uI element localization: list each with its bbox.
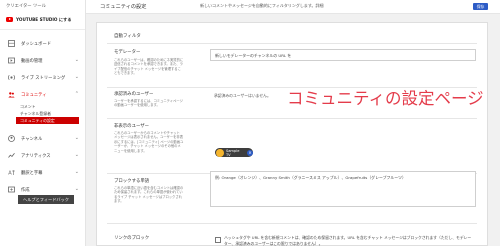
sidebar-item-videos[interactable]: 動画の管理 ⌄ — [0, 52, 85, 69]
sidebar-header: クリエイター ツール — [6, 4, 46, 9]
sidebar-item-label: 動画の管理 — [21, 58, 43, 64]
moderators-label: モデレーター — [114, 50, 141, 55]
sidebar-item-dashboard[interactable]: ダッシュボード — [0, 35, 85, 52]
main-content: コミュニティの設定 新しいコメントやメッセージを自動的にフィルタリングします。詳… — [86, 0, 500, 246]
close-icon[interactable]: × — [247, 149, 254, 156]
sidebar-item-label: アナリティクス — [21, 153, 51, 159]
divider — [107, 118, 477, 119]
header-note: 新しいコメントやメッセージを自動的にフィルタリングします。詳細 — [200, 3, 324, 8]
sidebar-item-label: 作成 — [21, 187, 30, 193]
yt-studio-switch[interactable]: YOUTUBE STUDIO にする — [6, 15, 85, 24]
yt-studio-label: YOUTUBE STUDIO にする — [16, 16, 72, 22]
blocked-words-description: これらの単語に近い語を含むコメントは確認のため保留されます。これらの単語が使われ… — [114, 186, 184, 204]
chevron-down-icon: ⌄ — [74, 74, 79, 80]
hidden-user-chip[interactable]: Sample TV × — [215, 148, 254, 157]
save-button[interactable]: 保存 — [473, 3, 488, 10]
chevron-down-icon: ⌄ — [74, 135, 79, 141]
live-streaming-icon — [8, 74, 15, 81]
settings-panel: 自動フィルタ モデレーター これらのユーザーは、確認のためにネ実質的に送信される… — [96, 22, 488, 246]
sidebar-subitem-subscribers[interactable]: チャンネル登録者 — [0, 110, 85, 117]
blocked-words-label: ブロックする単語 — [114, 179, 150, 184]
top-bar: コミュニティの設定 新しいコメントやメッセージを自動的にフィルタリングします。詳… — [86, 0, 500, 14]
approved-users-value: 承認済みのユーザーはいません。 — [214, 93, 271, 98]
sidebar-item-analytics[interactable]: アナリティクス ⌄ — [0, 147, 85, 164]
avatar — [216, 148, 224, 157]
chevron-up-icon: ⌃ — [74, 91, 79, 97]
link-block-text: ハッシュタグや URL を含む新規コメントは、確認のため保留されます。URL を… — [224, 235, 472, 246]
moderator-url-input[interactable]: 新しいモデレーターのチャンネルの URL を — [210, 49, 476, 61]
sidebar-item-live[interactable]: ライブ ストリーミング ⌄ — [0, 69, 85, 86]
create-icon — [8, 186, 15, 193]
svg-text:A: A — [8, 170, 12, 176]
sidebar-item-label: 翻訳と字幕 — [21, 170, 43, 176]
divider — [107, 43, 477, 44]
divider — [107, 223, 477, 224]
help-feedback-button[interactable]: ヘルプとフィードバック — [18, 195, 74, 204]
sidebar-item-label: チャンネル — [21, 136, 43, 142]
sidebar-item-community[interactable]: コミュニティ ⌃ — [0, 86, 85, 103]
chevron-down-icon: ⌄ — [74, 169, 79, 175]
channel-icon — [8, 135, 15, 142]
analytics-icon — [8, 152, 15, 159]
sidebar-divider — [0, 29, 85, 30]
hidden-users-label: 非表示のユーザー — [114, 124, 150, 129]
section-title: 自動フィルタ — [114, 34, 141, 39]
community-icon — [8, 91, 15, 98]
hidden-users-description: これらのユーザーからのコメントやチャット メッセージは表示されません。ユーザーを… — [114, 131, 184, 153]
chevron-down-icon: ⌄ — [74, 186, 79, 192]
chevron-down-icon: ⌄ — [74, 57, 79, 63]
sidebar-item-translations[interactable]: A 翻訳と字幕 ⌄ — [0, 164, 85, 181]
video-manager-icon — [8, 57, 15, 64]
sidebar-item-label: ライブ ストリーミング — [21, 75, 66, 81]
link-block-checkbox[interactable] — [215, 237, 221, 243]
link-block-label: リンクのブロック — [114, 236, 150, 241]
overlay-title: コミュニティの設定ページ — [287, 89, 484, 108]
chevron-down-icon: ⌄ — [74, 152, 79, 158]
blocked-words-input[interactable]: 例: Orange（オレンジ）、Granny Smith（グラニースミス アップ… — [210, 171, 476, 207]
sidebar-item-label: ダッシュボード — [21, 41, 52, 47]
dashboard-icon — [8, 40, 15, 47]
page-root: クリエイター ツール YOUTUBE STUDIO にする ダッシュボード 動画… — [0, 0, 500, 246]
youtube-logo-icon — [6, 17, 13, 22]
hidden-user-name: Sample TV — [225, 148, 240, 157]
divider — [107, 87, 477, 88]
translation-icon: A — [8, 169, 15, 176]
sidebar-item-label: コミュニティ — [21, 92, 47, 98]
sidebar-item-channel[interactable]: チャンネル ⌄ — [0, 130, 85, 147]
approved-users-description: ユーザーを承認するには、コミュニティページの動画ユーザーを使用します。 — [114, 99, 183, 108]
page-title: コミュニティの設定 — [100, 4, 147, 10]
moderators-description: これらのユーザーは、確認のためにネ実質的に送信されるコメントを承認できます。また… — [114, 58, 184, 76]
sidebar-subitem-community-settings[interactable]: コミュニティの設定 — [16, 117, 79, 124]
approved-users-label: 承認済みのユーザー — [114, 92, 154, 97]
sidebar-subitem-comments[interactable]: コメント — [0, 103, 85, 110]
sidebar: クリエイター ツール YOUTUBE STUDIO にする ダッシュボード 動画… — [0, 0, 86, 246]
